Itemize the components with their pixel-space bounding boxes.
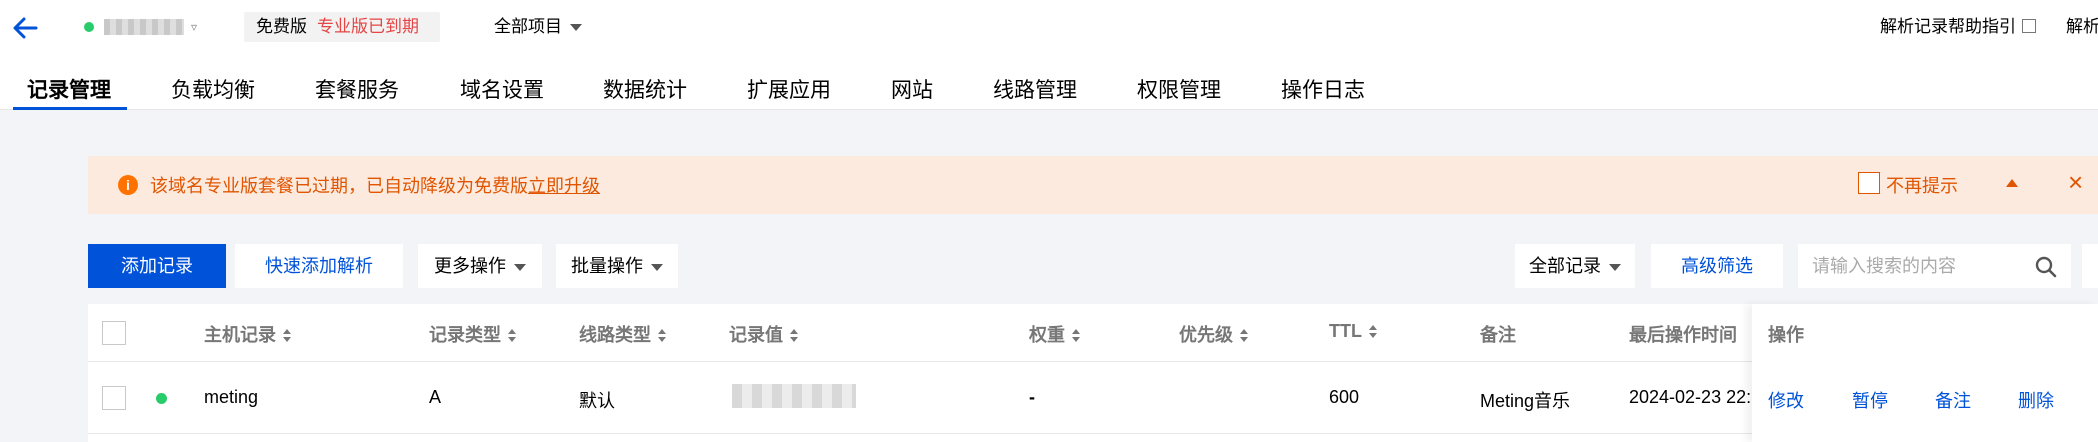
arrow-left-icon[interactable] — [10, 13, 40, 43]
chevron-down-icon — [1609, 263, 1621, 271]
plan-free-label: 免费版 — [256, 17, 307, 36]
cell-remark: Meting音乐 — [1480, 391, 1571, 411]
tab-record-management[interactable]: 记录管理 — [27, 74, 111, 104]
column-label: 记录类型 — [429, 325, 501, 345]
filter-icon[interactable]: ▿ — [191, 20, 197, 34]
column-header-actions: 操作 — [1768, 325, 1804, 345]
sort-icon[interactable] — [1240, 329, 1248, 343]
tab-operation-log[interactable]: 操作日志 — [1281, 74, 1365, 104]
cell-ttl: 600 — [1329, 387, 1360, 407]
chevron-down-icon — [570, 24, 582, 32]
tab-domain-settings[interactable]: 域名设置 — [460, 74, 544, 104]
sort-icon[interactable] — [790, 329, 798, 343]
record-status-dot — [156, 393, 167, 404]
tab-load-balancing[interactable]: 负载均衡 — [171, 74, 255, 104]
column-label: 线路类型 — [579, 325, 651, 345]
more-ops-button[interactable]: 更多操作 — [418, 244, 542, 288]
help-link-truncated[interactable]: 解析 — [2066, 15, 2098, 39]
upgrade-link[interactable]: 立即升级 — [528, 176, 600, 196]
info-icon: i — [118, 175, 138, 195]
sort-icon[interactable] — [1072, 329, 1080, 343]
plan-badge: 免费版 专业版已到期 — [244, 12, 440, 42]
sort-icon[interactable] — [658, 329, 666, 343]
help-link[interactable]: 解析记录帮助指引 — [1880, 15, 2036, 39]
records-table: 主机记录 记录类型 线路类型 记录值 权重 优先级 TTL 备注 最后操作时间 … — [88, 304, 2098, 442]
plan-expired-label[interactable]: 专业版已到期 — [317, 17, 419, 36]
project-select-label: 全部项目 — [494, 17, 562, 36]
batch-ops-button[interactable]: 批量操作 — [556, 244, 678, 288]
column-label: 优先级 — [1179, 325, 1233, 345]
external-link-icon — [2022, 19, 2036, 33]
column-label: TTL — [1329, 321, 1362, 341]
remark-button[interactable]: 备注 — [1935, 387, 1971, 413]
active-tab-indicator — [13, 107, 127, 110]
all-records-select[interactable]: 全部记录 — [1515, 244, 1635, 288]
domain-name-masked[interactable] — [104, 19, 184, 35]
tab-line-management[interactable]: 线路管理 — [993, 74, 1077, 104]
column-header-weight[interactable]: 权重 — [1029, 321, 1080, 347]
alert-message: 该域名专业版套餐已过期，已自动降级为免费版立即升级 — [150, 172, 600, 198]
column-label: 主机记录 — [204, 325, 276, 345]
cell-host: meting — [204, 387, 259, 407]
all-records-label: 全部记录 — [1529, 256, 1601, 276]
cell-line: 默认 — [579, 391, 615, 411]
add-record-button[interactable]: 添加记录 — [88, 244, 226, 288]
project-select[interactable]: 全部项目 — [494, 15, 582, 39]
quick-add-button[interactable]: 快速添加解析 — [235, 244, 403, 288]
help-link-label: 解析记录帮助指引 — [1880, 17, 2016, 36]
chevron-down-icon — [651, 263, 663, 271]
column-header-ttl[interactable]: TTL — [1329, 321, 1377, 342]
tab-statistics[interactable]: 数据统计 — [603, 74, 687, 104]
column-header-value[interactable]: 记录值 — [729, 321, 798, 347]
search-input[interactable] — [1798, 244, 2028, 288]
expiry-alert: i 该域名专业版套餐已过期，已自动降级为免费版立即升级 不再提示 × — [88, 156, 2098, 214]
column-label: 记录值 — [729, 325, 783, 345]
cell-value-masked — [732, 384, 856, 408]
sort-icon[interactable] — [283, 329, 291, 343]
cell-type: A — [429, 387, 442, 407]
dismiss-label[interactable]: 不再提示 — [1886, 172, 1958, 198]
tab-bar: 记录管理 负载均衡 套餐服务 域名设置 数据统计 扩展应用 网站 线路管理 权限… — [0, 70, 2098, 110]
domain-status-dot — [84, 22, 94, 32]
settings-button-partial[interactable] — [2082, 244, 2098, 288]
column-header-line[interactable]: 线路类型 — [579, 321, 666, 347]
edit-button[interactable]: 修改 — [1768, 387, 1804, 413]
column-header-type[interactable]: 记录类型 — [429, 321, 516, 347]
tab-extensions[interactable]: 扩展应用 — [747, 74, 831, 104]
more-ops-label: 更多操作 — [434, 256, 506, 276]
sort-icon[interactable] — [508, 329, 516, 343]
column-header-remark: 备注 — [1480, 325, 1516, 345]
advanced-filter-button[interactable]: 高级筛选 — [1651, 244, 1783, 288]
chevron-down-icon — [514, 263, 526, 271]
cell-weight: - — [1029, 387, 1035, 407]
column-label: 权重 — [1029, 325, 1065, 345]
actions-column: 操作 修改 暂停 备注 删除 — [1752, 304, 2098, 442]
tab-plan-service[interactable]: 套餐服务 — [315, 74, 399, 104]
search-box — [1798, 244, 2071, 288]
close-icon[interactable]: × — [2068, 168, 2083, 196]
pause-button[interactable]: 暂停 — [1852, 387, 1888, 413]
select-all-checkbox[interactable] — [102, 321, 126, 345]
delete-button[interactable]: 删除 — [2018, 387, 2054, 413]
column-header-last-op: 最后操作时间 — [1629, 325, 1737, 345]
tab-website[interactable]: 网站 — [891, 74, 933, 104]
top-header: ▿ 免费版 专业版已到期 全部项目 解析记录帮助指引 解析 记录管理 负载均衡 套… — [0, 0, 2098, 110]
tab-permissions[interactable]: 权限管理 — [1137, 74, 1221, 104]
search-icon[interactable] — [2034, 255, 2058, 279]
column-header-host[interactable]: 主机记录 — [204, 321, 291, 347]
column-header-priority[interactable]: 优先级 — [1179, 321, 1248, 347]
batch-ops-label: 批量操作 — [571, 256, 643, 276]
row-checkbox[interactable] — [102, 386, 126, 410]
cell-last-op: 2024-02-23 22: — [1629, 387, 1752, 407]
dismiss-checkbox[interactable] — [1858, 172, 1880, 194]
alert-message-text: 该域名专业版套餐已过期，已自动降级为免费版 — [150, 176, 528, 196]
sort-icon[interactable] — [1369, 325, 1377, 339]
collapse-up-icon[interactable] — [2006, 179, 2018, 187]
